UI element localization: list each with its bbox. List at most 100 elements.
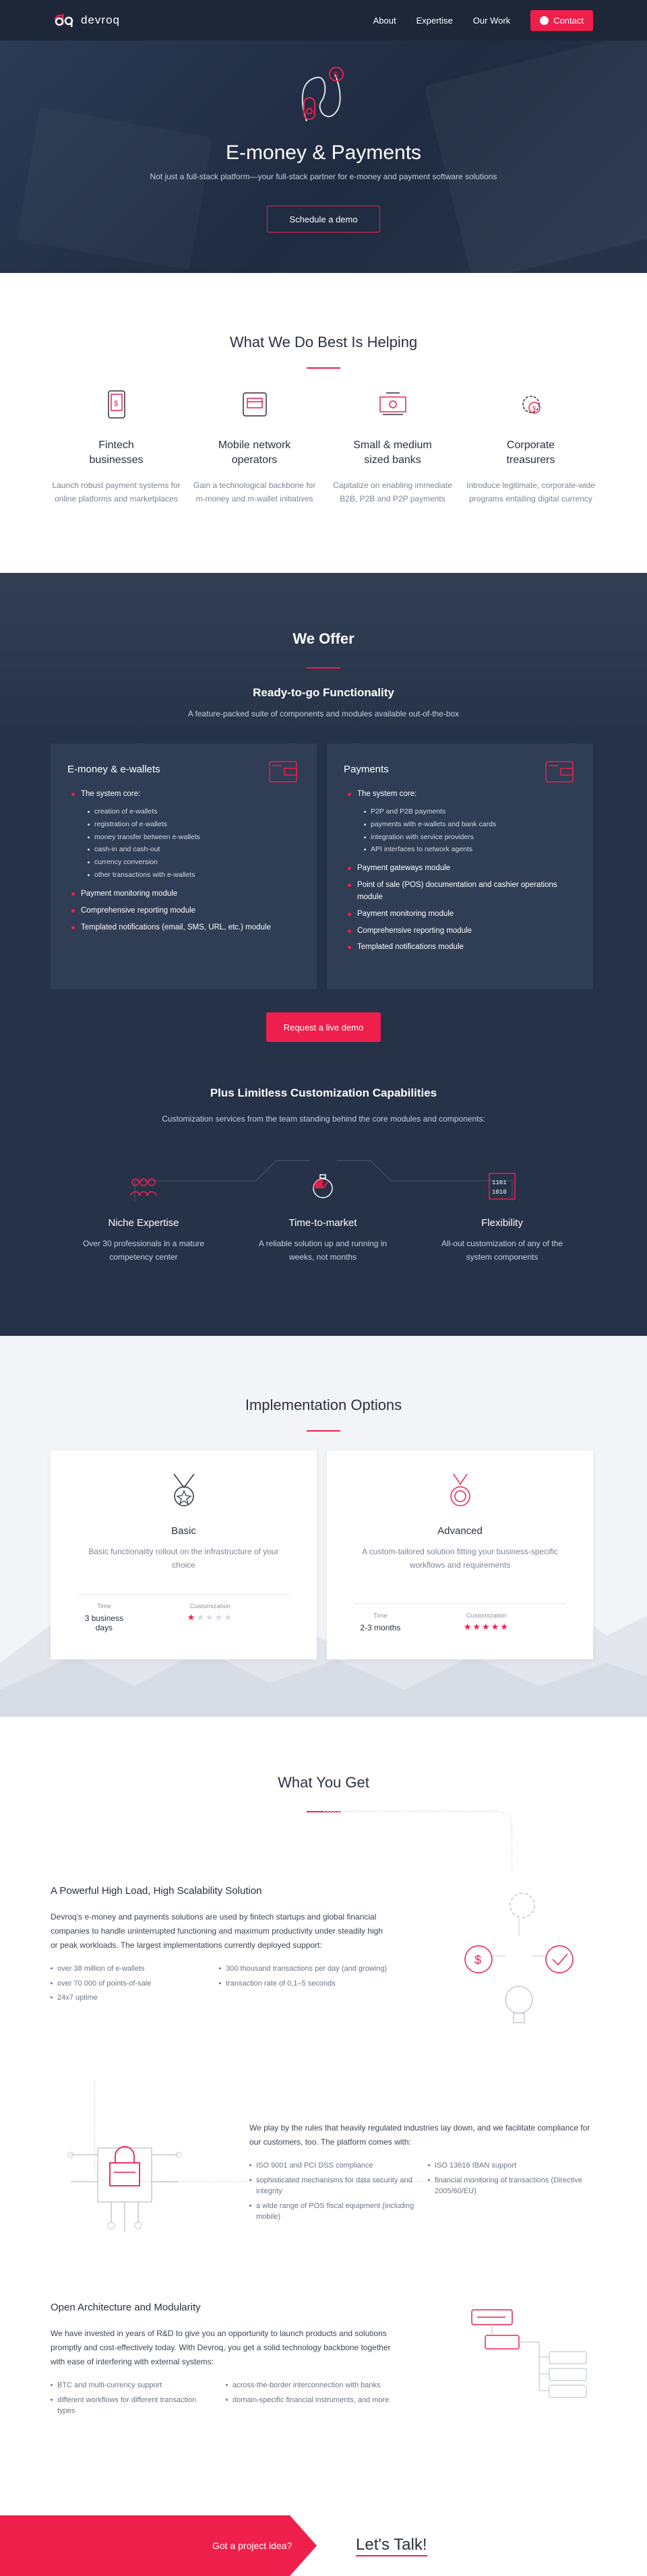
title-underline [307, 367, 340, 369]
block-list: 300 thousand transactions per day (and g… [219, 1963, 388, 2007]
list-item: domain-specific financial instruments, a… [226, 2395, 401, 2406]
block-text: We have invested in years of R&D to give… [51, 2329, 391, 2366]
basic-option-card: Basic Basic functionality rollout on the… [51, 1450, 317, 1659]
hero-background-hand [17, 107, 213, 270]
star-icon: ★★★★ [196, 1612, 234, 1622]
nav-expertise[interactable]: Expertise [417, 16, 453, 26]
block-text: Devroq’s e-money and payments solutions … [51, 1912, 383, 1950]
core-item: other transactions with e-wallets [67, 869, 300, 882]
block-title: Open Architecture and Modularity [51, 2302, 201, 2313]
nav-our-work[interactable]: Our Work [473, 16, 510, 26]
feature-list: Niche Expertise Over 30 professionals in… [54, 1166, 593, 1264]
time-value: 3 business days [84, 1614, 124, 1632]
scalability-block: A Powerful High Load, High Scalability S… [51, 1885, 388, 2007]
devroq-logo-icon [54, 14, 73, 27]
list-item: financial monitoring of transactions (Di… [428, 2175, 593, 2197]
title-underline [307, 667, 340, 669]
hero-subtitle: Not just a full-stack platform—your full… [150, 172, 497, 181]
option-desc: Basic functionality rollout on the infra… [88, 1547, 279, 1570]
list-item: a wide range of POS fiscal equipment (in… [249, 2201, 418, 2223]
title-underline [307, 1430, 340, 1432]
we-offer-section: We Offer Ready-to-go Functionality A fea… [0, 573, 647, 1336]
core-item: API interfaces to network agents [344, 843, 576, 856]
list-item: transaction rate of 0,1–5 seconds [219, 1978, 388, 1990]
award-icon [450, 1473, 470, 1506]
audience-desc: Launch robust payment systems for online… [52, 480, 181, 503]
module-item: Payment monitoring module [344, 909, 576, 921]
option-title: Advanced [437, 1525, 483, 1537]
list-item: sophisticated mechanisms for data securi… [249, 2175, 418, 2197]
option-title: Basic [171, 1525, 196, 1537]
customization-desc: Customization services from the team sta… [162, 1114, 485, 1124]
logo[interactable]: devroq [54, 13, 120, 28]
block-lists: BTC and multi-currency support different… [51, 2380, 401, 2420]
star-icon: ★★★★★ [463, 1622, 510, 1632]
core-item: P2P and P2B payments [344, 805, 576, 818]
core-item: integration with service providers [344, 831, 576, 844]
contact-button[interactable]: Contact [530, 9, 593, 31]
block-list: ISO 9001 and PCI DSS compliance sophisti… [249, 2160, 428, 2226]
svg-text:$: $ [474, 1953, 481, 1967]
scalability-illustration-icon: $ [464, 1893, 574, 2023]
phone-payment-icon: $ [107, 390, 125, 419]
feature-item: Time-to-market A reliable solution up an… [233, 1166, 412, 1264]
audience-item: Small & medium sized banks Capitalize on… [324, 384, 462, 505]
time-label: Time [373, 1612, 388, 1620]
nav-about[interactable]: About [373, 16, 396, 26]
customization-rating: ★★★★★ [460, 1622, 514, 1632]
hero-title: E-money & Payments [225, 142, 422, 164]
customization-label: Customization [466, 1612, 507, 1620]
functionality-title: Ready-to-go Functionality [253, 686, 394, 699]
list-item: over 38 million of e-wallets [51, 1963, 219, 1975]
feature-item: Niche Expertise Over 30 professionals in… [54, 1166, 233, 1264]
lets-talk-link[interactable]: Let's Talk! [356, 2536, 427, 2556]
customization-rating: ★★★★★ [184, 1612, 237, 1623]
connector-dashed-line [324, 1811, 512, 1872]
feature-title: Time-to-market [288, 1217, 357, 1229]
svg-text:$: $ [334, 70, 338, 80]
list-item: different workflows for different transa… [51, 2395, 216, 2417]
audience-item: Mobile network operators Gain a technolo… [185, 384, 324, 505]
audience-item: $ Corporate treasurers Introduce legitim… [462, 384, 600, 505]
medal-icon [173, 1473, 195, 1506]
svg-text:$: $ [532, 405, 536, 412]
payment-switch-icon: $ [301, 67, 344, 122]
cta-footer: Got a project idea? Let's Talk! [0, 2515, 647, 2576]
module-item: Templated notifications module [344, 942, 576, 954]
block-lists: ISO 9001 and PCI DSS compliance sophisti… [249, 2160, 593, 2226]
gear-money-icon: $ [522, 396, 541, 414]
architecture-block: Open Architecture and Modularity We have… [51, 2302, 401, 2420]
block-title: A Powerful High Load, High Scalability S… [51, 1885, 262, 1897]
feature-desc: A reliable solution up and running in we… [258, 1239, 388, 1262]
block-list: BTC and multi-currency support different… [51, 2380, 226, 2420]
implementation-title: Implementation Options [245, 1397, 402, 1413]
schedule-demo-button[interactable]: Schedule a demo [267, 206, 380, 233]
svg-text:$: $ [114, 400, 118, 408]
list-item: ISO 9001 and PCI DSS compliance [249, 2160, 418, 2172]
site-header: devroq About Expertise Our Work Contact [0, 0, 647, 40]
svg-text:1101: 1101 [492, 1179, 507, 1186]
what-we-do-section: What We Do Best Is Helping $ Fintech bus… [0, 273, 647, 573]
feature-title: Niche Expertise [108, 1217, 179, 1229]
audience-item: $ Fintech businesses Launch robust payme… [47, 384, 185, 505]
audience-title: Mobile network operators [218, 439, 291, 466]
audience-title: Fintech businesses [89, 439, 144, 466]
logo-text: devroq [81, 13, 120, 26]
payments-card: Payments The system core: P2P and P2B pa… [327, 743, 593, 989]
core-item: cash-in and cash-out [67, 843, 300, 856]
module-item: Comprehensive reporting module [67, 905, 300, 917]
audience-list: $ Fintech businesses Launch robust payme… [47, 384, 600, 505]
star-icon: ★ [187, 1612, 197, 1622]
module-item: Templated notifications (email, SMS, URL… [67, 922, 300, 934]
team-icon [129, 1178, 158, 1196]
wallet-icon [269, 761, 297, 783]
customization-title: Plus Limitless Customization Capabilitie… [210, 1086, 437, 1099]
binary-code-icon: 1101 1010 [489, 1173, 516, 1200]
stopwatch-icon [313, 1174, 333, 1198]
hero-section: $ E-money & Payments Not just a full-sta… [0, 40, 647, 273]
advanced-option-card: Advanced A custom-tailored solution fitt… [327, 1450, 593, 1659]
request-demo-button[interactable]: Request a live demo [266, 1012, 381, 1042]
time-value: 2-3 months [360, 1623, 401, 1632]
card-title: E-money & e-wallets [67, 764, 160, 775]
bank-cash-icon [379, 392, 406, 415]
